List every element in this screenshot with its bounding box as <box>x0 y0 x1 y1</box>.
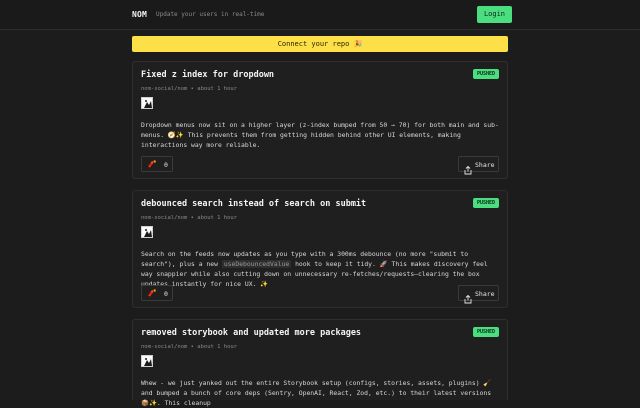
post-description: Search on the feeds now updates as you t… <box>141 249 501 289</box>
post-meta: nom-social/nom • about 1 hour <box>141 86 238 92</box>
connect-repo-banner[interactable]: Connect your repo 🎉 <box>132 36 508 52</box>
post-title[interactable]: removed storybook and updated more packa… <box>141 328 361 338</box>
avatar-icon[interactable] <box>141 226 153 238</box>
brand-logo[interactable]: NOM <box>132 10 147 19</box>
like-count: 0 <box>164 161 168 169</box>
avatar-icon[interactable] <box>141 355 153 367</box>
post-card: debounced search instead of search on su… <box>132 190 508 308</box>
status-badge: PUSHED <box>472 327 499 337</box>
share-button[interactable]: Share <box>458 285 499 304</box>
post-title[interactable]: debounced search instead of search on su… <box>141 199 366 209</box>
post-card: Fixed z index for dropdown PUSHED nom-so… <box>132 61 508 179</box>
like-button[interactable]: 🧨 0 <box>141 285 173 301</box>
login-button[interactable]: Login <box>477 6 512 23</box>
top-bar: NOM Update your users in real-time Login <box>0 0 640 30</box>
post-meta: nom-social/nom • about 1 hour <box>141 344 238 350</box>
status-badge: PUSHED <box>472 69 499 79</box>
post-description: Dropdown menus now sit on a higher layer… <box>141 121 499 149</box>
like-count: 0 <box>164 290 168 298</box>
fire-cracker-icon: 🧨 <box>148 289 157 297</box>
post-meta: nom-social/nom • about 1 hour <box>141 215 238 221</box>
tagline: Update your users in real-time <box>156 11 265 18</box>
share-icon <box>464 289 472 308</box>
post-title[interactable]: Fixed z index for dropdown <box>141 70 274 80</box>
share-label: Share <box>475 161 495 169</box>
fire-cracker-icon: 🧨 <box>148 160 157 168</box>
share-label: Share <box>475 290 495 298</box>
post-description: Whew - we just yanked out the entire Sto… <box>141 379 492 407</box>
like-button[interactable]: 🧨 0 <box>141 156 173 172</box>
post-card: removed storybook and updated more packa… <box>132 319 508 407</box>
avatar-icon[interactable] <box>141 97 153 109</box>
share-icon <box>464 160 472 179</box>
inline-code: useDebouncedValue <box>221 260 292 268</box>
share-button[interactable]: Share <box>458 156 499 175</box>
status-badge: PUSHED <box>472 198 499 208</box>
